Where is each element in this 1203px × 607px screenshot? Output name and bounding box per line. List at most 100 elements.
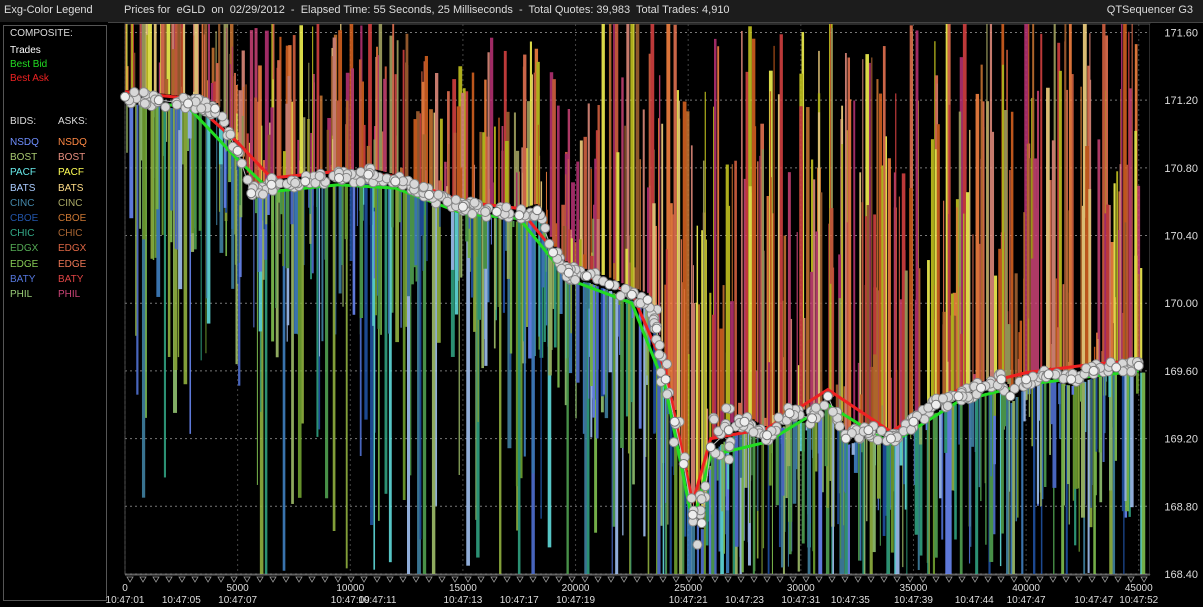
bid-quote-bar bbox=[576, 280, 580, 383]
trade-point bbox=[651, 323, 662, 334]
trade-point bbox=[581, 271, 592, 282]
bid-quote-bar bbox=[359, 182, 364, 319]
x-tick-marker bbox=[958, 576, 966, 583]
ask-quote-bar bbox=[208, 24, 210, 101]
bid-quote-bar bbox=[1141, 372, 1146, 574]
ask-quote-bar bbox=[292, 35, 296, 176]
trade-point bbox=[532, 205, 543, 216]
trade-point bbox=[491, 206, 502, 217]
x-tick-marker bbox=[854, 576, 862, 583]
x-minor-time: 10:47:17 bbox=[500, 595, 539, 606]
bid-quote-bar bbox=[384, 185, 388, 494]
x-tick-marker bbox=[750, 576, 758, 583]
ask-quote-bar bbox=[363, 124, 366, 169]
bid-quote-bar bbox=[824, 407, 828, 467]
bid-quote-bar bbox=[1121, 373, 1125, 512]
trade-point bbox=[210, 103, 221, 114]
ask-quote-bar bbox=[990, 131, 995, 378]
bid-quote-bar bbox=[206, 113, 211, 324]
ask-quote-bar bbox=[616, 152, 620, 282]
ask-quote-bar bbox=[147, 24, 152, 93]
x-tick-marker bbox=[581, 576, 589, 583]
bid-quote-bar bbox=[499, 218, 502, 574]
trade-marker bbox=[314, 171, 325, 182]
trade-marker bbox=[810, 402, 821, 413]
ask-quote-bar bbox=[680, 239, 683, 444]
bid-quote-bar bbox=[792, 420, 797, 504]
bid-quote-bar bbox=[316, 187, 319, 437]
trade-point bbox=[863, 425, 874, 436]
bid-quote-bar bbox=[566, 276, 569, 574]
ask-quote-bar bbox=[203, 34, 206, 100]
bid-quote-bar bbox=[253, 199, 255, 328]
bid-quote-bar bbox=[1079, 382, 1083, 402]
ask-quote-bar bbox=[576, 161, 580, 268]
bid-quote-bar bbox=[439, 205, 441, 227]
ask-quote-bar bbox=[677, 100, 680, 430]
bid-quote-bar bbox=[345, 183, 348, 569]
ask-quote-bar bbox=[312, 26, 314, 174]
bid-quote-bar bbox=[505, 219, 507, 251]
ask-quote-bar bbox=[201, 24, 204, 100]
bid-quote-bar bbox=[1033, 384, 1036, 574]
x-minor-time: 10:47:47 bbox=[1074, 595, 1113, 606]
x-tick-marker bbox=[191, 576, 199, 583]
ask-quote-bar bbox=[734, 160, 737, 421]
x-tick-marker bbox=[1101, 576, 1109, 583]
trade-marker bbox=[570, 274, 581, 285]
ask-quote-bar bbox=[174, 24, 178, 96]
bid-quote-bar bbox=[778, 430, 781, 548]
ask-quote-bar bbox=[799, 106, 803, 409]
trade-marker bbox=[662, 389, 673, 400]
ask-quote-bar bbox=[358, 59, 362, 169]
trade-marker bbox=[467, 209, 478, 220]
bid-quote-bar bbox=[1114, 374, 1118, 461]
x-tick-marker bbox=[568, 576, 576, 583]
x-tick-marker bbox=[1127, 576, 1135, 583]
x-tick-marker bbox=[347, 576, 355, 583]
x-tick-marker bbox=[126, 576, 134, 583]
x-tick-marker bbox=[230, 576, 238, 583]
trade-marker bbox=[258, 189, 269, 200]
trade-marker bbox=[450, 194, 461, 205]
ask-quote-bar bbox=[986, 24, 988, 379]
ask-quote-bar bbox=[1131, 24, 1133, 360]
bid-quote-bar bbox=[419, 197, 422, 540]
ask-quote-bar bbox=[498, 117, 500, 206]
ask-quote-bar bbox=[245, 84, 247, 169]
x-tick-marker bbox=[802, 576, 810, 583]
ask-quote-bar bbox=[513, 112, 516, 208]
ask-quote-bar bbox=[556, 105, 560, 251]
bid-quote-bar bbox=[490, 217, 492, 245]
x-tick-time: 10:47:01 bbox=[106, 595, 145, 606]
x-tick-marker bbox=[269, 576, 277, 583]
bid-quote-bar bbox=[882, 442, 886, 536]
ask-quote-bar bbox=[1134, 130, 1137, 360]
bid-quote-bar bbox=[1052, 381, 1057, 488]
bid-quote-bar bbox=[487, 217, 490, 303]
ask-quote-bar bbox=[1033, 158, 1037, 371]
ask-quote-bar bbox=[1116, 171, 1119, 361]
x-tick-marker bbox=[672, 576, 680, 583]
x-tick-marker bbox=[243, 576, 251, 583]
ask-quote-bar bbox=[930, 139, 934, 402]
ask-quote-bar bbox=[533, 72, 536, 205]
x-tick-seq: 5000 bbox=[227, 583, 250, 594]
ask-quote-bar bbox=[229, 64, 232, 129]
bid-quote-bar bbox=[506, 220, 510, 279]
trade-marker bbox=[654, 349, 665, 360]
x-tick-marker bbox=[620, 576, 628, 583]
ask-quote-bar bbox=[790, 318, 793, 407]
trade-marker bbox=[138, 87, 149, 98]
trade-point bbox=[1021, 374, 1032, 385]
bid-quote-bar bbox=[851, 443, 855, 455]
trade-point bbox=[246, 188, 257, 199]
ask-quote-bar bbox=[621, 77, 624, 284]
bid-quote-bar bbox=[1093, 377, 1096, 574]
ask-quote-bar bbox=[848, 99, 852, 431]
bid-quote-bar bbox=[837, 425, 839, 525]
ask-quote-bar bbox=[960, 333, 963, 389]
x-tick-marker bbox=[867, 576, 875, 583]
ask-quote-bar bbox=[881, 165, 884, 429]
ask-quote-bar bbox=[909, 188, 913, 419]
